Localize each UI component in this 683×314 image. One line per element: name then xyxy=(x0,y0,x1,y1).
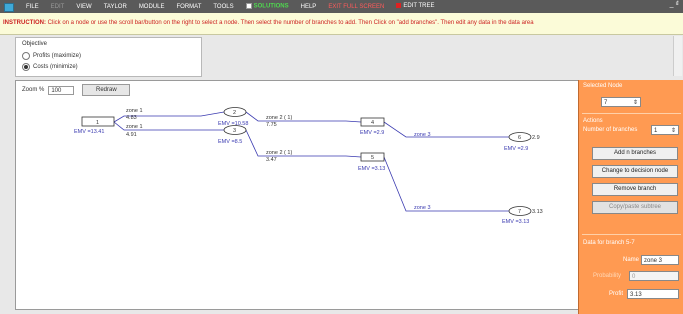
instruction-banner: INSTRUCTION: Click on a node or use the … xyxy=(0,13,683,35)
option-costs[interactable]: Costs (minimize) xyxy=(22,63,78,71)
branch-2-4 xyxy=(245,111,362,123)
menu-tools[interactable]: TOOLS xyxy=(213,4,233,10)
node-6-id: 6 xyxy=(518,135,521,141)
menu-bar: FILE EDIT VIEW TAYLOR MODULE FORMAT TOOL… xyxy=(0,0,683,13)
selected-node-label: Selected Node xyxy=(583,83,623,89)
node-7-terminal: 3.13 xyxy=(532,209,543,215)
menu-help[interactable]: HELP xyxy=(301,4,317,10)
menu-solutions-label: SOLUTIONS xyxy=(253,3,289,10)
top-scrollbar[interactable] xyxy=(673,36,682,76)
node-4-id: 4 xyxy=(371,120,374,126)
num-branches-label: Number of branches xyxy=(583,127,638,133)
spinner-icon[interactable]: ⇕ xyxy=(671,126,678,136)
node-1-id: 1 xyxy=(96,120,99,126)
branch-data-label: Data for branch 5-7 xyxy=(583,240,635,246)
branch-label-name: zone 2 ( 1) xyxy=(266,115,292,121)
selected-node-value: 7 xyxy=(604,100,608,106)
radio-costs[interactable] xyxy=(22,63,30,71)
node-5-id: 5 xyxy=(371,155,374,161)
branch-5-7 xyxy=(383,156,509,212)
profit-label: Profit xyxy=(609,291,624,297)
decision-tree: zone 1 4.83 zone 1 4.91 zone 2 ( 1) 7.75… xyxy=(74,107,543,225)
num-branches-value: 1 xyxy=(654,128,658,134)
branch-label-value: 4.83 xyxy=(126,115,137,121)
spinner-icon[interactable]: ⇕ xyxy=(633,98,640,108)
node-3-emv: EMV =8.5 xyxy=(218,139,242,145)
branch-label-name: zone 3 xyxy=(414,205,431,211)
node-6-terminal: 2.9 xyxy=(532,135,540,141)
grid-icon xyxy=(245,3,252,10)
branch-name-field[interactable]: zone 3 xyxy=(641,255,679,265)
node-2-id: 2 xyxy=(233,110,236,116)
red-square-icon xyxy=(396,3,402,9)
branch-3-5 xyxy=(245,129,362,158)
name-label: Name xyxy=(623,257,640,263)
probability-field[interactable]: 0 xyxy=(629,271,679,281)
window-controls[interactable]: _ ₫ xyxy=(670,1,679,8)
menu-file[interactable]: FILE xyxy=(26,4,39,10)
add-branches-button[interactable]: Add n branches xyxy=(592,147,678,160)
objective-box: Objective Profits (maximize) Costs (mini… xyxy=(15,37,202,77)
app-icon xyxy=(4,3,14,12)
change-to-decision-button[interactable]: Change to decision node xyxy=(592,165,678,178)
instruction-text: Click on a node or use the scroll bar/bu… xyxy=(47,20,534,26)
instruction-label: INSTRUCTION: xyxy=(3,20,46,26)
objective-title: Objective xyxy=(22,41,48,47)
tree-canvas[interactable]: Zoom % 100 Redraw zone 1 4.83 zone 1 4.9… xyxy=(15,80,580,310)
menu-edit[interactable]: EDIT xyxy=(51,4,65,10)
side-panel: Selected Node 7 ⇕ Actions Number of bran… xyxy=(578,80,683,314)
radio-profits[interactable] xyxy=(22,52,30,60)
actions-label: Actions xyxy=(583,118,603,124)
node-4-emv: EMV =2.9 xyxy=(360,130,384,136)
probability-label: Probability xyxy=(593,273,622,279)
menu-view[interactable]: VIEW xyxy=(76,4,91,10)
option-profits[interactable]: Profits (maximize) xyxy=(22,52,81,60)
node-6-emv: EMV =2.9 xyxy=(504,146,528,152)
option-costs-label: Costs (minimize) xyxy=(33,64,78,70)
selected-node-stepper[interactable]: 7 ⇕ xyxy=(601,97,641,107)
node-1-emv: EMV =13.41 xyxy=(74,129,104,135)
profit-field[interactable]: 3.13 xyxy=(627,289,679,299)
menu-edit-tree[interactable]: EDIT TREE xyxy=(396,3,435,10)
menu-format[interactable]: FORMAT xyxy=(176,4,201,10)
menu-taylor[interactable]: TAYLOR xyxy=(104,4,127,10)
branch-label-name: zone 1 xyxy=(126,124,143,130)
branch-4-6 xyxy=(383,121,509,138)
menu-exit-full-screen[interactable]: EXIT FULL SCREEN xyxy=(328,4,384,10)
node-7-emv: EMV =3.13 xyxy=(502,219,529,225)
menu-edit-tree-label: EDIT TREE xyxy=(403,3,435,10)
branch-label-value: 7.75 xyxy=(266,122,277,128)
branch-label-value: 3.47 xyxy=(266,157,277,163)
num-branches-stepper[interactable]: 1 ⇕ xyxy=(651,125,679,135)
remove-branch-button[interactable]: Remove branch xyxy=(592,183,678,196)
copy-paste-subtree-button[interactable]: Copy/paste subtree xyxy=(592,201,678,214)
menu-module[interactable]: MODULE xyxy=(139,4,165,10)
node-5-emv: EMV =3.13 xyxy=(358,166,385,172)
branch-label-name: zone 1 xyxy=(126,108,143,114)
branch-label-name: zone 2 ( 1) xyxy=(266,150,292,156)
node-3-id: 3 xyxy=(233,128,236,134)
option-profits-label: Profits (maximize) xyxy=(33,53,82,59)
menu-solutions[interactable]: SOLUTIONS xyxy=(245,3,289,10)
branch-label-value: 4.91 xyxy=(126,132,137,138)
branch-label-name: zone 3 xyxy=(414,132,431,138)
node-7-id: 7 xyxy=(518,209,521,215)
